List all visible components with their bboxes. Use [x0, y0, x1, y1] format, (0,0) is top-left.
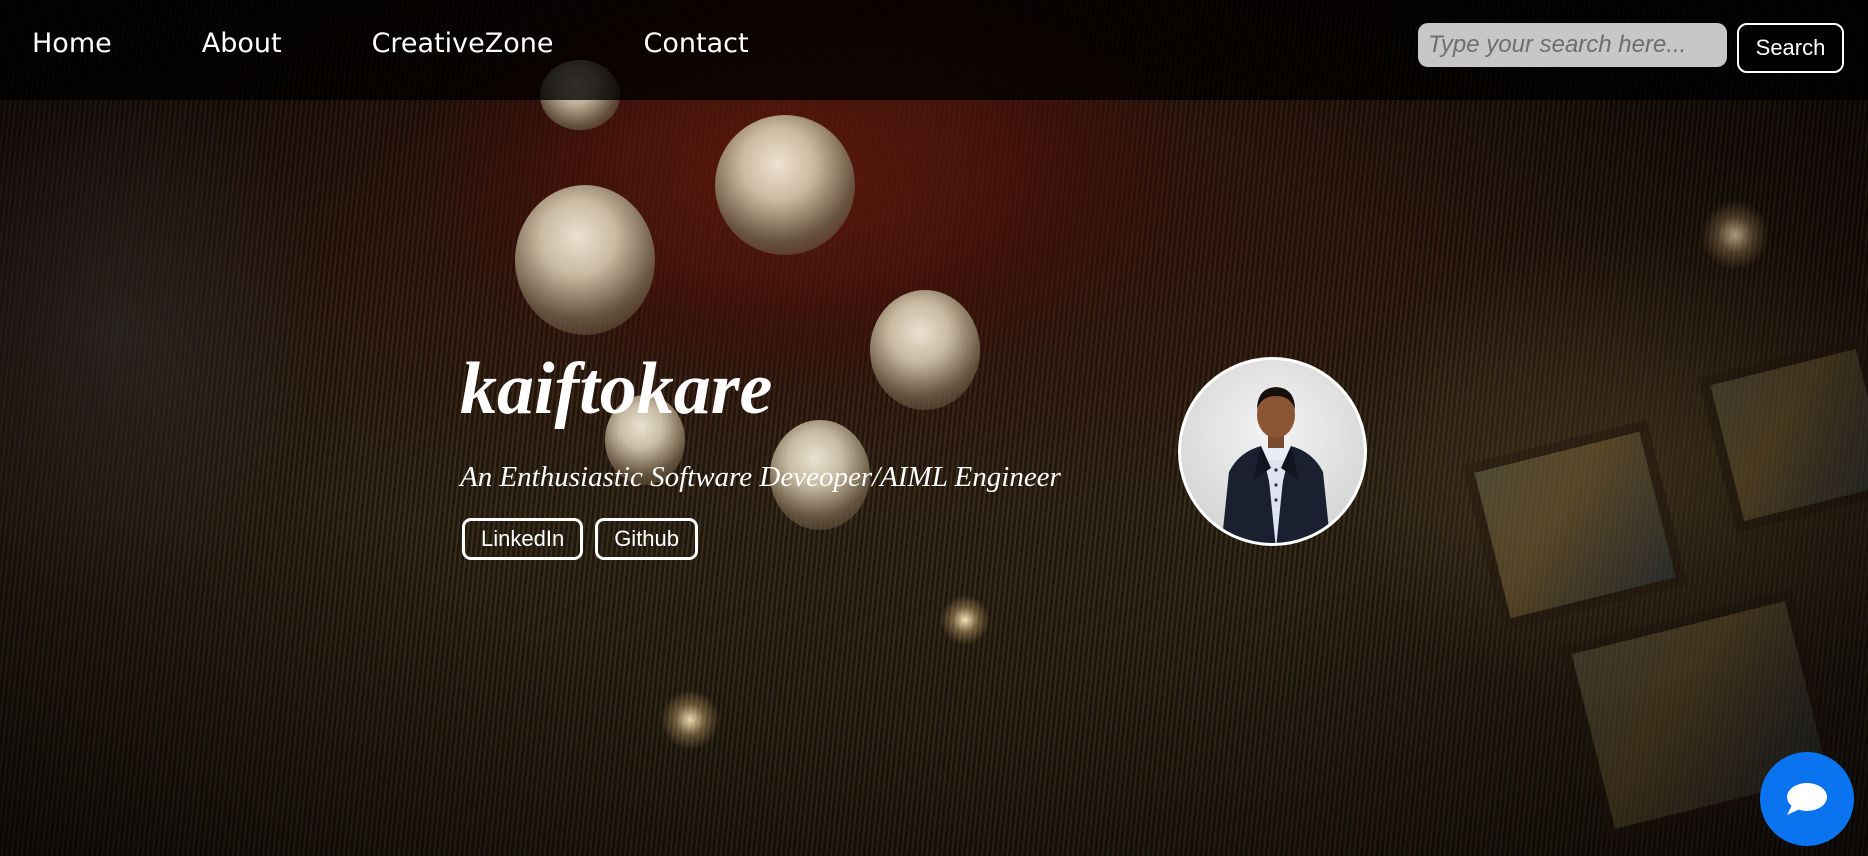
linkedin-button[interactable]: LinkedIn [462, 518, 584, 560]
search-input[interactable] [1418, 23, 1727, 67]
nav-contact-link[interactable]: Contact [644, 30, 749, 57]
github-button[interactable]: Github [595, 518, 699, 560]
search-button[interactable]: Search [1737, 23, 1844, 73]
nav-creativezone-link[interactable]: CreativeZone [372, 30, 554, 57]
chat-button[interactable] [1760, 752, 1854, 846]
profile-avatar [1178, 357, 1367, 546]
main-nav: Home About CreativeZone Contact [32, 30, 839, 57]
hero-name: kaiftokare [460, 348, 773, 430]
chat-bubble-icon [1787, 783, 1827, 815]
social-links: LinkedIn Github [462, 518, 710, 560]
nav-home-link[interactable]: Home [32, 30, 112, 57]
top-navbar: Home About CreativeZone Contact Search [0, 0, 1868, 100]
profile-photo-icon [1221, 387, 1331, 543]
nav-about-link[interactable]: About [202, 30, 282, 57]
background-vignette [0, 0, 1868, 856]
hero-tagline: An Enthusiastic Software Deveoper/AIML E… [460, 461, 1061, 493]
